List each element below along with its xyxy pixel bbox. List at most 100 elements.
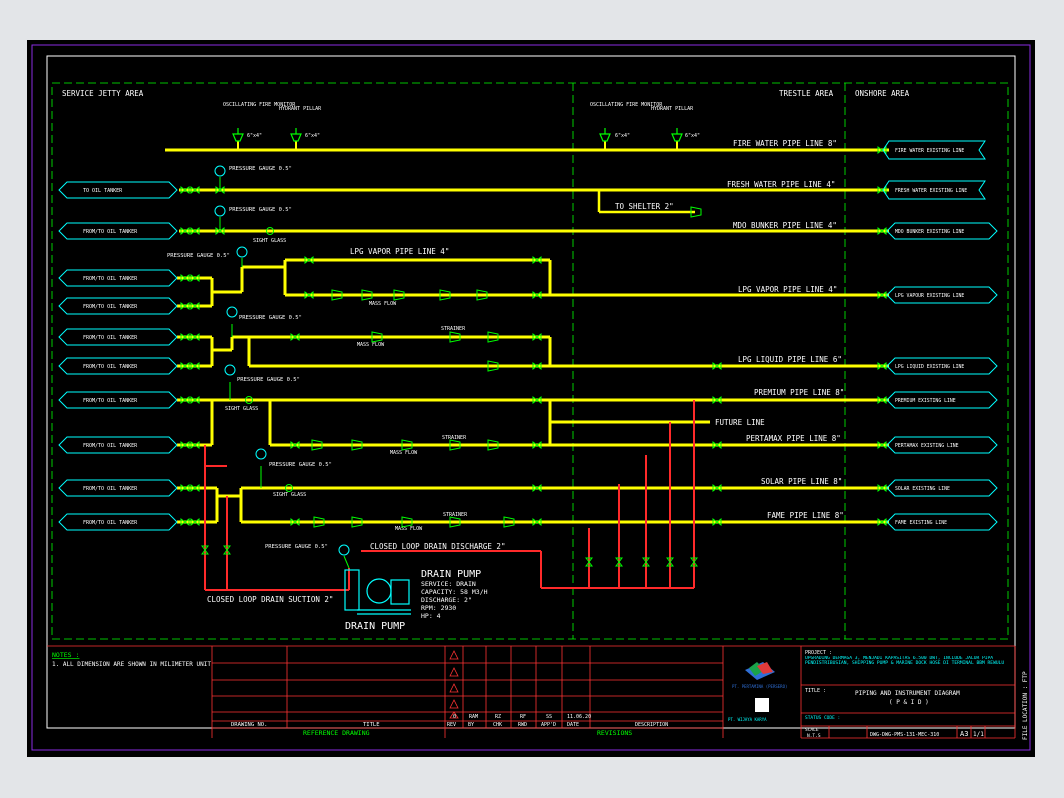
left-connector: FROM/TO OIL TANKER [58, 436, 178, 454]
right-connector: PREMIUM EXISTING LINE [886, 391, 998, 409]
pressure-gauge-label: PRESSURE GAUGE 0.5" [229, 207, 292, 213]
right-connector-label: LPG VAPOUR EXISTING LINE [895, 293, 964, 299]
right-connector-label: PERTAMAX EXISTING LINE [895, 443, 959, 449]
left-connector-label: FROM/TO OIL TANKER [83, 364, 138, 370]
drain-pump: DRAIN PUMP SERVICE: DRAIN CAPACITY: 58 M… [344, 569, 488, 632]
revision-cell: RAM [469, 714, 478, 720]
sight-glass-label: SIGHT GLASS [253, 238, 286, 244]
revision-headers: REV BY CHK RWD APP'D DATE DESCRIPTION [447, 722, 668, 728]
scale-value: N.T.S [807, 733, 821, 739]
revision-header: DESCRIPTION [635, 722, 668, 728]
left-connectors: TO OIL TANKER FROM/TO OIL TANKER FROM/TO O… [58, 181, 178, 531]
company-name-2: PT. WIJAYA KARYA [728, 717, 767, 722]
file-location-text: FILE LOCATION : FTP [1022, 671, 1029, 740]
revision-header: REV [447, 722, 456, 728]
pressure-gauge-4: PRESSURE GAUGE 0.5" [226, 306, 302, 337]
right-connector-label: FIRE WATER EXISTING LINE [895, 148, 964, 154]
future-line-label: FUTURE LINE [715, 418, 765, 427]
company-name: PT. PERTAMINA (PERSERO) [732, 684, 787, 689]
pump-spec: CAPACITY: 58 M3/H [421, 588, 488, 596]
strainer-label: STRAINER [441, 326, 466, 332]
monitor-size-label: 6"x4" [615, 133, 630, 139]
drawing-number: DWG-DWG-PMS-131-MEC-310 [870, 732, 939, 738]
pump-spec: HP: 4 [421, 612, 441, 620]
sheet-number: 1/1 [973, 731, 984, 738]
notes-heading: NOTES : [52, 651, 79, 659]
pressure-gauge-7: PRESSURE GAUGE 0.5" [265, 544, 350, 569]
pressure-gauge-2: PRESSURE GAUGE 0.5" [214, 205, 292, 231]
left-connector: FROM/TO OIL TANKER [58, 357, 178, 375]
onshore-label: ONSHORE AREA [855, 89, 910, 98]
drain-suction-label: CLOSED LOOP DRAIN SUCTION 2" [207, 595, 333, 604]
pump-label: DRAIN PUMP [345, 621, 405, 632]
mdo-bunker-pipe-label: MDO BUNKER PIPE LINE 4" [733, 221, 837, 230]
left-connector: TO OIL TANKER [58, 181, 178, 199]
to-shelter-label: TO SHELTER 2" [615, 202, 674, 211]
right-connector: PERTAMAX EXISTING LINE [886, 436, 998, 454]
lpg-vapor-top-label: LPG VAPOR PIPE LINE 4" [350, 247, 449, 256]
hydrant-pillar-2: HYDRANT PILLAR 6"x4" [651, 106, 700, 142]
project-text: UPGRADING DERMAGA 3, MENJADI KAPASITAS 6… [805, 656, 1005, 667]
pump-title: DRAIN PUMP [421, 569, 481, 580]
left-connector-label: FROM/TO OIL TANKER [83, 486, 138, 492]
revision-cell: RF [520, 714, 526, 720]
status-code-label: STATUS CODE : [805, 715, 840, 721]
pressure-gauge-3: PRESSURE GAUGE 0.5" [167, 246, 248, 267]
area-boundary [51, 82, 1009, 640]
left-connector: FROM/TO OIL TANKER [58, 297, 178, 315]
service-jetty-label: SERVICE JETTY AREA [62, 89, 144, 98]
hydrant-size-label: 6"x4" [305, 133, 320, 139]
revision-header: RWD [518, 722, 527, 728]
pump-spec: DISCHARGE: 2" [421, 596, 472, 604]
fame-pipe-label: FAME PIPE LINE 8" [767, 511, 844, 520]
pid-diagram: SERVICE JETTY AREA TRESTLE AREA ONSHORE … [31, 44, 1031, 751]
pressure-gauge-label: PRESSURE GAUGE 0.5" [229, 166, 292, 172]
left-connector-label: FROM/TO OIL TANKER [83, 304, 138, 310]
hydrant-pillar-label: HYDRANT PILLAR [279, 106, 322, 112]
pressure-gauge-1: PRESSURE GAUGE 0.5" [214, 165, 292, 190]
trestle-label: TRESTLE AREA [779, 89, 834, 98]
pressure-gauge-5: PRESSURE GAUGE 0.5" [224, 364, 300, 400]
revision-header: APP'D [541, 722, 556, 728]
left-connector: FROM/TO OIL TANKER [58, 269, 178, 287]
strainer-label: STRAINER [443, 512, 468, 518]
pertamax-pipe-label: PERTAMAX PIPE LINE 8" [746, 434, 841, 443]
ref-header-drawing: DRAWING NO. [231, 722, 267, 728]
left-connector-label: FROM/TO OIL TANKER [83, 443, 138, 449]
mass-flow-label: MASS FLOW [369, 301, 397, 307]
lpg-liquid-pipe-label: LPG LIQUID PIPE LINE 6" [738, 355, 842, 364]
pressure-gauge-6: PRESSURE GAUGE 0.5" [255, 448, 332, 488]
mdo-bunker-line: MDO BUNKER PIPE LINE 4" SIGHT GLASS [179, 221, 889, 244]
left-connector: FROM/TO OIL TANKER [58, 391, 178, 409]
pump-spec: SERVICE: DRAIN [421, 580, 476, 588]
note-item: 1. ALL DIMENSION ARE SHOWN IN MILIMETER … [52, 661, 211, 668]
left-connector-label: FROM/TO OIL TANKER [83, 335, 138, 341]
right-connector: LPG LIQUID EXISTING LINE [886, 357, 998, 375]
drawing-sheet: SERVICE JETTY AREA TRESTLE AREA ONSHORE … [27, 40, 1035, 757]
premium-pipe-label: PREMIUM PIPE LINE 8" [754, 388, 844, 397]
left-connector-label: TO OIL TANKER [83, 188, 123, 194]
mass-flow-label: MASS FLOW [357, 342, 385, 348]
right-connector: FAME EXISTING LINE [886, 513, 998, 531]
right-connector: LPG VAPOUR EXISTING LINE [886, 286, 998, 304]
revision-cell: RZ [495, 714, 501, 720]
right-connector-label: PREMIUM EXISTING LINE [895, 398, 956, 404]
revision-header: BY [468, 722, 474, 728]
right-connector-label: FRESH WATER EXISTING LINE [895, 188, 967, 194]
pressure-gauge-label: PRESSURE GAUGE 0.5" [239, 315, 302, 321]
right-connector-label: LPG LIQUID EXISTING LINE [895, 364, 964, 370]
revision-row: 0 RAM RZ RF SS 11.06.20 [453, 714, 591, 720]
revision-cell: SS [546, 714, 552, 720]
pump-spec: RPM: 2930 [421, 604, 456, 612]
title-line-1: PIPING AND INSTRUMENT DIAGRAM [855, 690, 960, 697]
project-text-box: UPGRADING DERMAGA 3, MENJADI KAPASITAS 6… [805, 656, 1005, 667]
title-line-2: ( P & I D ) [889, 699, 929, 706]
pressure-gauge-label: PRESSURE GAUGE 0.5" [265, 544, 328, 550]
revision-cell: 11.06.20 [567, 714, 591, 720]
mass-flow-label: MASS FLOW [390, 450, 418, 456]
company-logo: PT. PERTAMINA (PERSERO) PT. WIJAYA KARYA [728, 662, 787, 722]
left-connector-label: FROM/TO OIL TANKER [83, 520, 138, 526]
hydrant-pillar-label: HYDRANT PILLAR [651, 106, 694, 112]
monitor-size-label: 6"x4" [247, 133, 262, 139]
hydrant-pillar-1: HYDRANT PILLAR 6"x4" [279, 106, 322, 142]
